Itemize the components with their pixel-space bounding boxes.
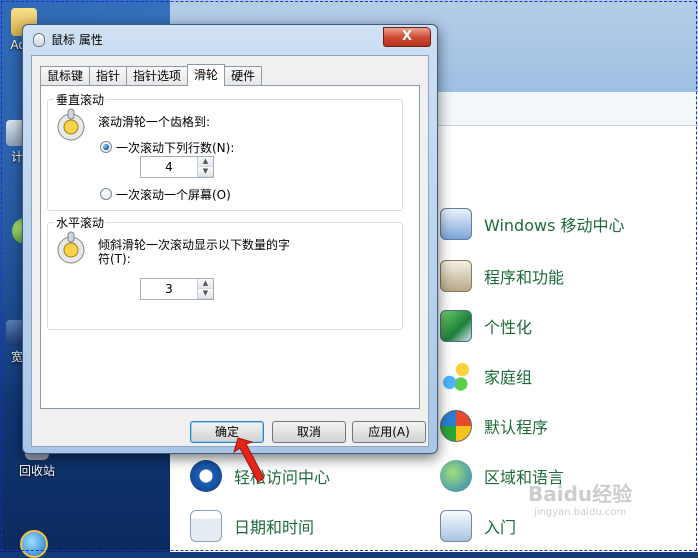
tab-wheel[interactable]: 滑轮 [187,64,226,86]
watermark-url: jingyan.baidu.com [534,507,627,518]
radio-scroll-lines[interactable] [100,141,112,153]
apply-button[interactable]: 应用(A) [352,421,426,443]
spin-up-icon[interactable]: ▲ [198,279,213,289]
scroll-lines-spinner[interactable]: ▲ ▼ [140,156,214,178]
dialog-title: 鼠标 属性 [51,33,103,47]
watermark-brand: Baidu经验 [528,482,633,506]
wheel-tab-page: 垂直滚动 滚动滑轮一个齿格到: 一次滚动下列行数(N): ▲ ▼ [40,85,420,409]
radio-scroll-lines-label[interactable]: 一次滚动下列行数(N): [116,139,234,156]
radio-scroll-screen[interactable] [100,188,112,200]
horizontal-scroll-group: 水平滚动 倾斜滑轮一次滚动显示以下数量的字 符(T): ▲ ▼ [47,214,403,330]
horizontal-scroll-prompt-line2: 符(T): [98,252,131,266]
mouse-icon [33,33,45,47]
scroll-lines-input[interactable] [141,157,197,177]
tab-pointers[interactable]: 指针 [89,66,128,86]
vertical-scroll-prompt: 滚动滑轮一个齿格到: [98,115,211,129]
tab-buttons[interactable]: 鼠标键 [40,66,91,86]
vertical-scroll-title: 垂直滚动 [54,91,107,108]
mouse-properties-dialog: 鼠标 属性 X 鼠标键 指针 指针选项 滑轮 硬件 垂直滚动 滚动滑轮一个齿格到… [22,24,438,454]
scroll-chars-input[interactable] [141,279,197,299]
scroll-lines-spin-arrows[interactable]: ▲ ▼ [197,157,213,177]
radio-scroll-screen-label[interactable]: 一次滚动一个屏幕(O) [116,186,231,203]
spin-down-icon[interactable]: ▼ [198,167,213,177]
mouse-wheel-icon [57,108,85,141]
scroll-chars-spin-arrows[interactable]: ▲ ▼ [197,279,213,299]
baidu-watermark: Baidu经验 jingyan.baidu.com [528,478,632,518]
tab-pointer-options[interactable]: 指针选项 [126,66,189,86]
horizontal-scroll-title: 水平滚动 [54,214,107,231]
dialog-close-button[interactable]: X [383,27,431,47]
spin-down-icon[interactable]: ▼ [198,289,213,299]
tab-hardware[interactable]: 硬件 [224,66,263,86]
cancel-button[interactable]: 取消 [272,421,346,443]
annotation-arrow-icon [233,437,265,483]
dialog-client-area: 鼠标键 指针 指针选项 滑轮 硬件 垂直滚动 滚动滑轮一个齿格到: 一次滚动下列… [31,55,429,447]
spin-up-icon[interactable]: ▲ [198,157,213,167]
mouse-tilt-wheel-icon [57,231,85,264]
vertical-scroll-group: 垂直滚动 滚动滑轮一个齿格到: 一次滚动下列行数(N): ▲ ▼ [47,91,403,211]
tab-strip: 鼠标键 指针 指针选项 滑轮 硬件 [40,64,263,86]
scroll-chars-spinner[interactable]: ▲ ▼ [140,278,214,300]
